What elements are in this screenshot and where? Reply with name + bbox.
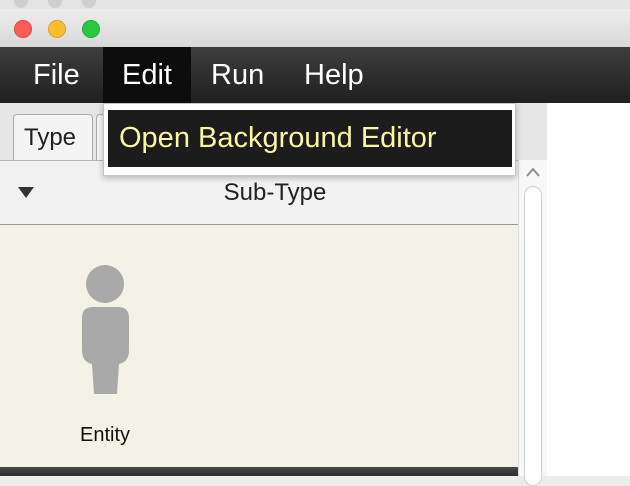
triangle-down-icon[interactable] bbox=[18, 187, 34, 198]
close-window-button[interactable] bbox=[14, 20, 32, 38]
title-bar bbox=[0, 9, 630, 48]
menu-file[interactable]: File bbox=[33, 47, 80, 103]
bottom-toolbar bbox=[0, 467, 518, 476]
right-pane bbox=[547, 103, 630, 476]
menu-bar: File Edit Run Help bbox=[0, 47, 630, 103]
zoom-window-button[interactable] bbox=[82, 20, 100, 38]
background-window-dot bbox=[48, 0, 62, 8]
menu-item-open-background-editor[interactable]: Open Background Editor bbox=[108, 110, 512, 167]
background-window-dot bbox=[14, 0, 28, 8]
background-window-strip bbox=[0, 0, 630, 9]
edit-menu-dropdown: Open Background Editor bbox=[103, 103, 516, 176]
vertical-scrollbar[interactable] bbox=[518, 160, 547, 486]
background-window-dot bbox=[82, 0, 96, 8]
minimize-window-button[interactable] bbox=[48, 20, 66, 38]
chevron-up-icon[interactable] bbox=[526, 166, 540, 178]
menu-run[interactable]: Run bbox=[211, 47, 264, 103]
tab-type[interactable]: Type bbox=[13, 114, 93, 160]
menu-edit[interactable]: Edit bbox=[103, 47, 191, 103]
scrollbar-thumb[interactable] bbox=[524, 186, 542, 486]
entity-label: Entity bbox=[79, 424, 131, 446]
person-icon[interactable] bbox=[81, 264, 131, 399]
menu-help[interactable]: Help bbox=[304, 47, 364, 103]
